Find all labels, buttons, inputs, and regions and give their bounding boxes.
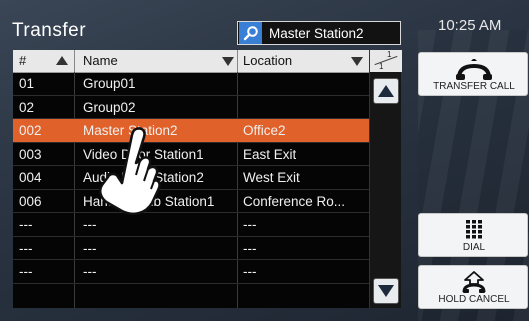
touch-hand-icon — [99, 127, 161, 215]
page-total: 1 — [379, 62, 384, 71]
transfer-call-button[interactable]: TRANSFER CALL — [418, 52, 528, 96]
search-icon[interactable] — [239, 22, 262, 44]
row-name: Group01 — [83, 76, 136, 91]
table-row[interactable]: --- --- --- — [13, 237, 369, 260]
sort-descending-icon[interactable] — [351, 57, 363, 66]
row-location: --- — [243, 240, 257, 256]
table-row[interactable]: 006 Handset Sub Station1 Conference Ro..… — [13, 190, 369, 213]
station-table: # Name Location 01 Group01 02 Group02 00… — [13, 50, 369, 308]
page-indicator: 1 1 — [370, 50, 402, 72]
search-field[interactable]: Master Station2 — [237, 21, 401, 45]
row-name: --- — [83, 240, 97, 256]
dial-button[interactable]: DIAL — [418, 213, 528, 257]
row-location: East Exit — [243, 146, 297, 162]
table-row[interactable]: 004 Audio Door Station2 West Exit — [13, 166, 369, 190]
table-row[interactable]: 02 Group02 — [13, 96, 369, 119]
row-number: 006 — [19, 193, 42, 209]
row-location: Conference Ro... — [243, 193, 346, 209]
transfer-call-label: TRANSFER CALL — [433, 81, 515, 92]
keypad-icon — [419, 220, 529, 240]
handset-icon — [419, 59, 529, 81]
page-title: Transfer — [12, 20, 87, 41]
scroll-up-button[interactable] — [373, 78, 399, 104]
column-header-number[interactable]: # — [19, 50, 26, 72]
column-header-name[interactable]: Name — [83, 50, 118, 72]
table-row[interactable]: --- --- --- — [13, 260, 369, 284]
row-number: --- — [19, 217, 33, 232]
arrow-up-icon — [378, 85, 394, 97]
table-row[interactable]: --- --- --- — [13, 213, 369, 237]
row-number: 003 — [19, 146, 42, 162]
row-name: --- — [83, 217, 97, 232]
table-header: # Name Location — [13, 50, 369, 73]
hold-cancel-button[interactable]: HOLD CANCEL — [418, 265, 528, 309]
row-number: 01 — [19, 76, 35, 91]
arrow-down-icon — [378, 285, 394, 297]
hold-cancel-label: HOLD CANCEL — [438, 294, 510, 305]
row-number: 004 — [19, 170, 42, 185]
scroll-down-button[interactable] — [373, 278, 399, 304]
row-location: West Exit — [243, 170, 300, 185]
column-header-location[interactable]: Location — [243, 50, 292, 72]
scrollbar[interactable]: 1 1 — [369, 50, 402, 308]
sort-ascending-icon[interactable] — [56, 56, 68, 65]
sort-descending-icon[interactable] — [222, 57, 234, 66]
row-number: 002 — [19, 123, 42, 138]
row-name: --- — [83, 264, 97, 279]
clock: 10:25 AM — [438, 17, 502, 34]
hold-cancel-icon — [419, 270, 529, 294]
table-row[interactable]: 01 Group01 — [13, 72, 369, 96]
search-value: Master Station2 — [269, 25, 364, 41]
row-location: Office2 — [243, 123, 286, 138]
row-number: --- — [19, 264, 33, 279]
row-number: 02 — [19, 99, 35, 115]
table-row-selected[interactable]: 002 Master Station2 Office2 — [13, 119, 369, 143]
dial-label: DIAL — [462, 242, 486, 253]
table-row[interactable]: 003 Video Door Station1 East Exit — [13, 143, 369, 166]
row-location: --- — [243, 264, 257, 279]
row-number: --- — [19, 240, 33, 256]
row-name: Group02 — [83, 99, 136, 115]
row-location: --- — [243, 217, 257, 232]
